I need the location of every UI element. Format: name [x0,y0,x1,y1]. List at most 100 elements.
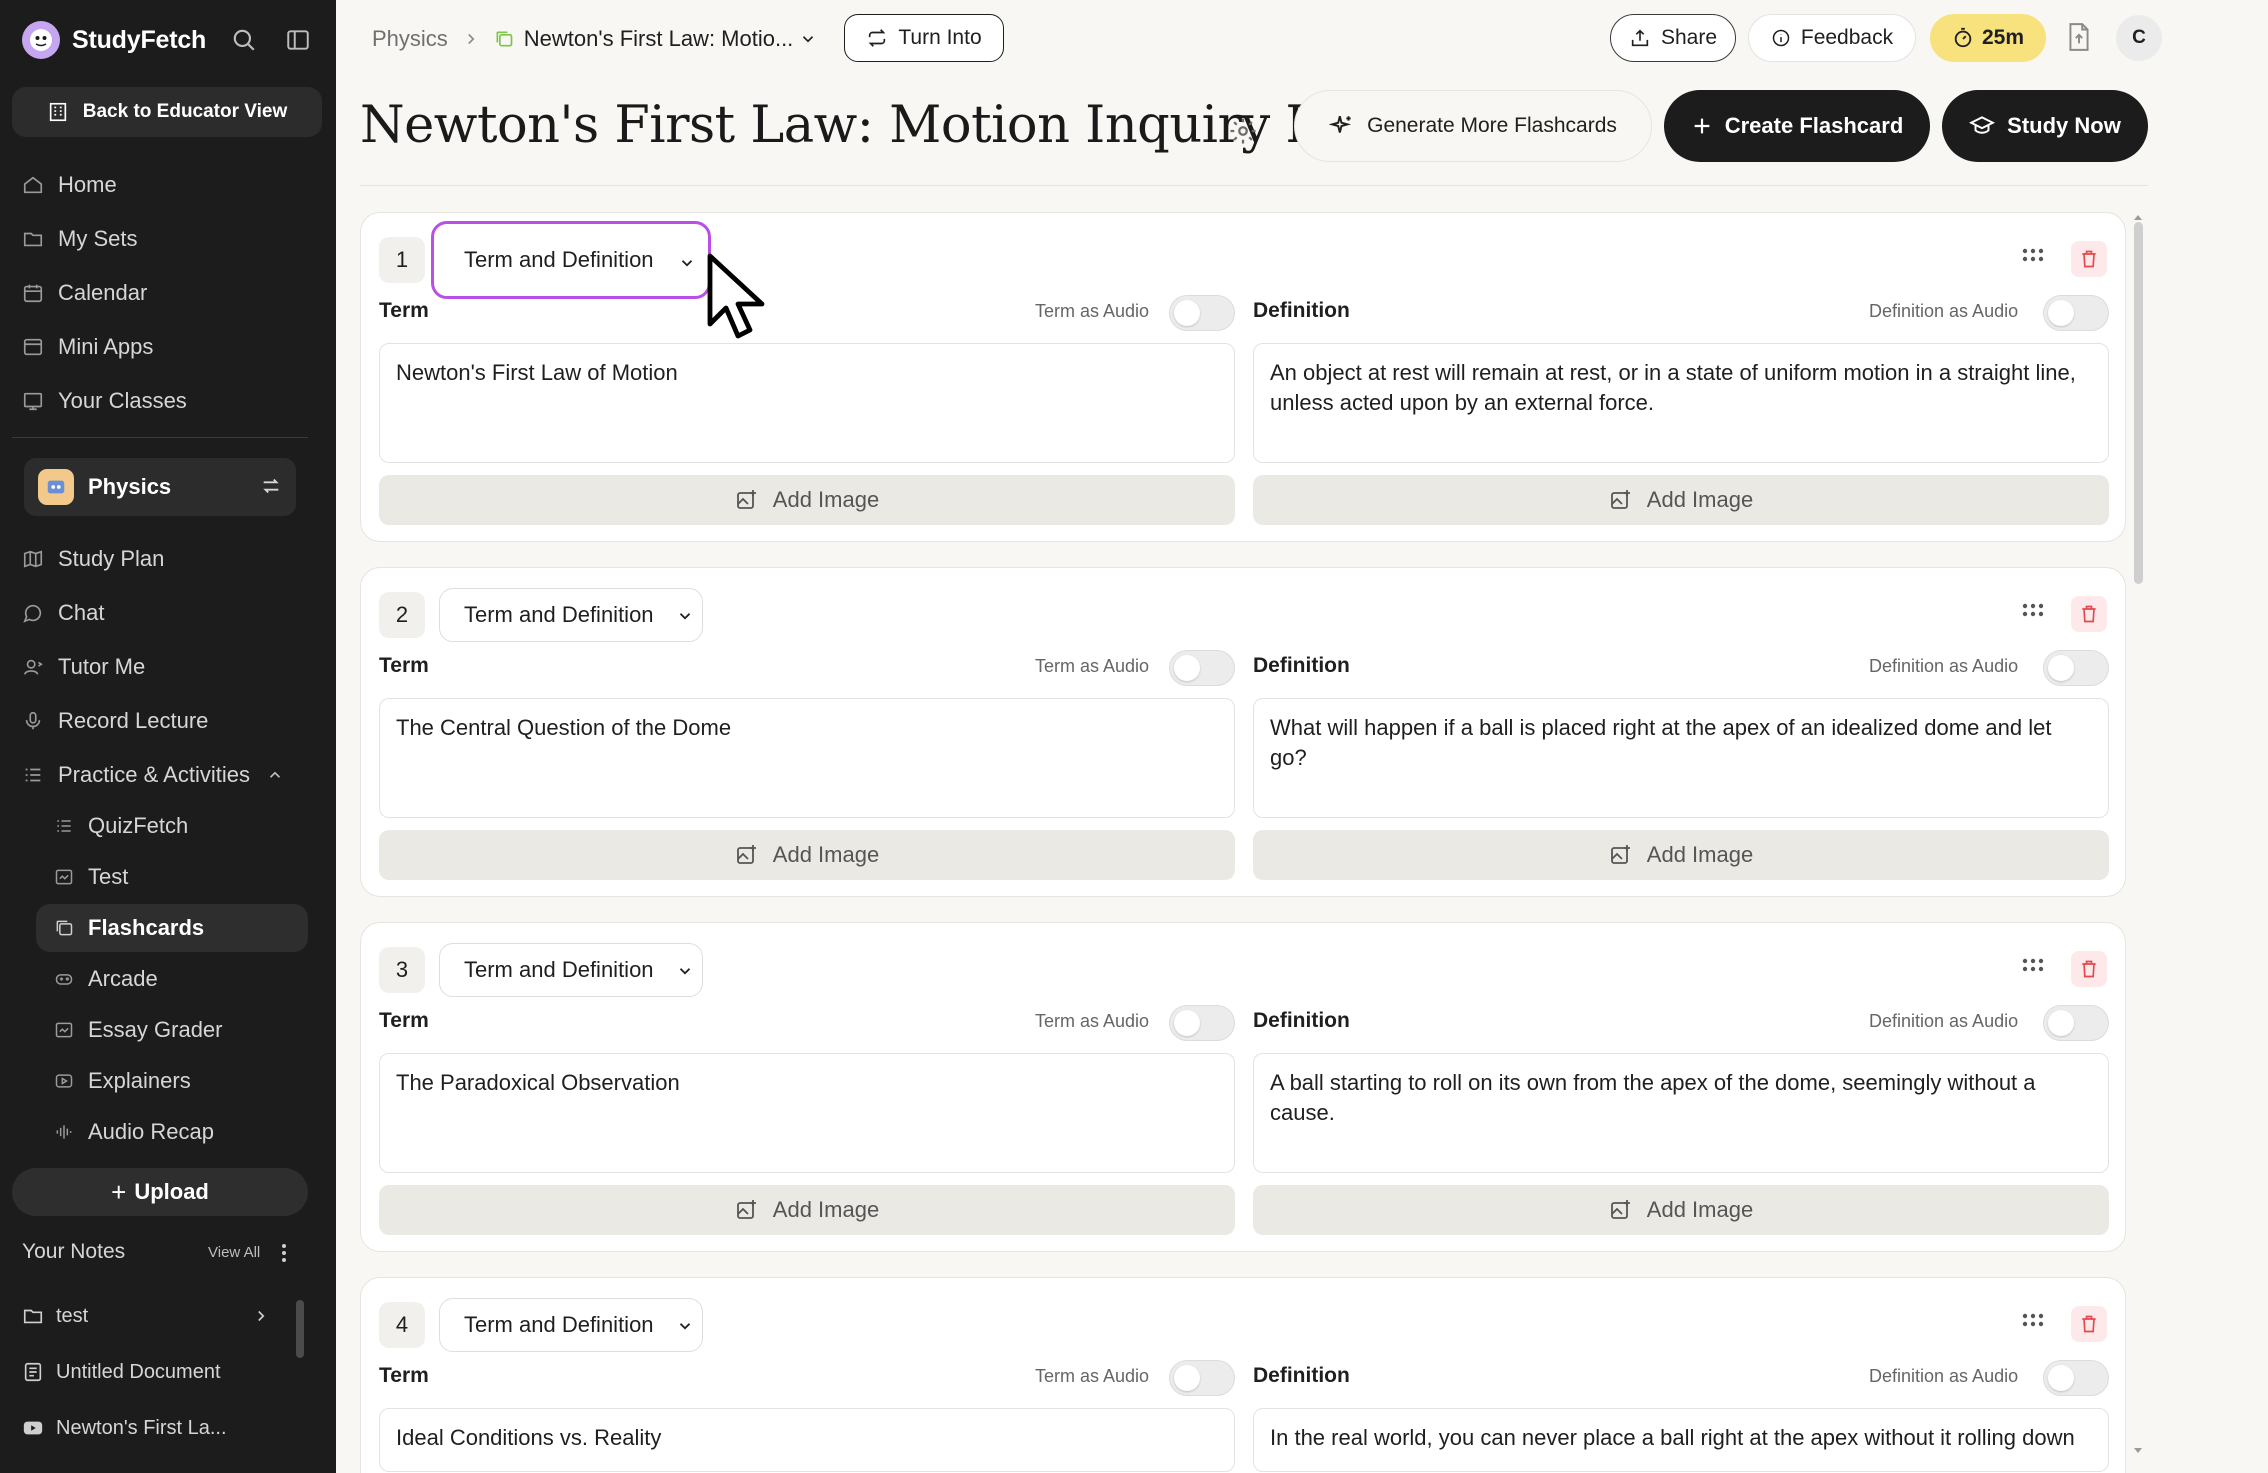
user-avatar[interactable]: C [2116,15,2162,61]
study-now-button[interactable]: Study Now [1942,90,2148,162]
create-flashcard-button[interactable]: Create Flashcard [1664,90,1930,162]
upload-button[interactable]: + Upload [12,1168,308,1216]
document-export-icon[interactable] [2066,22,2092,52]
practice-flashcards[interactable]: Flashcards [36,904,308,952]
back-to-educator-button[interactable]: Back to Educator View [12,87,322,137]
notes-scrollbar[interactable] [296,1300,304,1358]
definition-audio-toggle[interactable] [2043,1005,2109,1041]
nav-my-sets[interactable]: My Sets [22,216,137,262]
nav-tutor-me[interactable]: Tutor Me [22,644,145,690]
study-timer-button[interactable]: 25m [1930,14,2046,62]
term-add-image-button[interactable]: Add Image [379,475,1235,525]
term-label: Term [379,1009,429,1032]
delete-card-button[interactable] [2071,1306,2107,1342]
breadcrumb: Physics Newton's First Law: Motio... [372,20,817,58]
nav-label: Your Classes [58,388,187,413]
definition-add-image-button[interactable]: Add Image [1253,475,2109,525]
studyfetch-logo[interactable] [22,21,60,59]
drag-handle-icon[interactable] [2021,1312,2045,1328]
trash-icon [2082,605,2096,623]
study-now-label: Study Now [2007,113,2121,138]
sidebar-toggle-icon[interactable] [282,24,314,56]
notes-view-all-link[interactable]: View All [208,1244,260,1261]
search-icon[interactable] [228,24,260,56]
term-field[interactable]: Ideal Conditions vs. Reality [379,1408,1235,1472]
drag-handle-icon[interactable] [2021,957,2045,973]
generate-more-flashcards-button[interactable]: Generate More Flashcards [1294,90,1652,162]
card-type-select[interactable]: Term and Definition [431,221,711,299]
switch-class-icon[interactable] [260,475,282,497]
nav-study-plan[interactable]: Study Plan [22,536,164,582]
practice-explainers[interactable]: Explainers [54,1057,191,1105]
note-untitled-document[interactable]: Untitled Document [22,1352,221,1392]
definition-audio-toggle[interactable] [2043,1360,2109,1396]
breadcrumb-root[interactable]: Physics [372,26,448,52]
scroll-down-arrow-icon[interactable] [2132,1446,2144,1456]
term-audio-toggle[interactable] [1169,295,1235,331]
card-type-select[interactable]: Term and Definition [439,588,703,642]
nav-home[interactable]: Home [22,162,117,208]
definition-add-image-button[interactable]: Add Image [1253,830,2109,880]
nav-record-lecture[interactable]: Record Lecture [22,698,208,744]
term-field[interactable]: The Paradoxical Observation [379,1053,1235,1173]
breadcrumb-current[interactable]: Newton's First Law: Motio... [494,26,818,52]
delete-card-button[interactable] [2071,596,2107,632]
card-type-select[interactable]: Term and Definition [439,1298,703,1352]
avatar-initial: C [2132,27,2146,48]
term-audio-toggle[interactable] [1169,1360,1235,1396]
flashcards-icon [56,920,73,936]
share-button[interactable]: Share [1610,14,1736,62]
scroll-up-arrow-icon[interactable] [2132,212,2144,222]
chevron-up-icon[interactable] [266,766,284,784]
definition-add-image-button[interactable]: Add Image [1253,1185,2109,1235]
definition-label: Definition [1253,299,1350,322]
nav-chat[interactable]: Chat [22,590,104,636]
generate-more-label: Generate More Flashcards [1367,114,1617,137]
definition-field[interactable]: A ball starting to roll on its own from … [1253,1053,2109,1173]
class-emoji-icon [47,480,65,494]
term-add-image-button[interactable]: Add Image [379,1185,1235,1235]
drag-handle-icon[interactable] [2021,247,2045,263]
definition-field[interactable]: In the real world, you can never place a… [1253,1408,2109,1472]
practice-essay-grader[interactable]: Essay Grader [54,1006,223,1054]
add-image-label: Add Image [1646,1197,1754,1222]
turn-into-button[interactable]: Turn Into [844,14,1004,62]
term-field[interactable]: The Central Question of the Dome [379,698,1235,818]
graduation-cap-icon [1969,116,1996,134]
term-audio-toggle[interactable] [1169,650,1235,686]
term-audio-toggle[interactable] [1169,1005,1235,1041]
note-folder-test[interactable]: test [22,1296,282,1336]
note-newton-video[interactable]: Newton's First La... [22,1408,227,1448]
definition-field[interactable]: An object at rest will remain at rest, o… [1253,343,2109,463]
more-vertical-icon[interactable] [280,1242,288,1264]
practice-quizfetch[interactable]: QuizFetch [54,802,188,850]
definition-audio-toggle[interactable] [2043,650,2109,686]
definition-audio-label: Definition as Audio [1869,1366,2019,1386]
drag-handle-icon[interactable] [2021,602,2045,618]
term-field[interactable]: Newton's First Law of Motion [379,343,1235,463]
audio-icon [56,1125,72,1139]
definition-field[interactable]: What will happen if a ball is placed rig… [1253,698,2109,818]
practice-arcade[interactable]: Arcade [54,955,158,1003]
gear-icon[interactable] [1228,116,1258,146]
nav-mini-apps[interactable]: Mini Apps [22,324,153,370]
delete-card-button[interactable] [2071,951,2107,987]
main-scrollbar-thumb[interactable] [2134,222,2143,584]
nav-label: Test [88,864,129,889]
delete-card-button[interactable] [2071,241,2107,277]
current-class-card[interactable]: Physics [24,458,296,516]
term-add-image-button[interactable]: Add Image [379,830,1235,880]
educator-button-label: Back to Educator View [82,101,288,122]
nav-calendar[interactable]: Calendar [22,270,147,316]
practice-audio-recap[interactable]: Audio Recap [54,1108,214,1156]
card-type-select[interactable]: Term and Definition [439,943,703,997]
chevron-right-icon[interactable] [252,1307,270,1325]
practice-test[interactable]: Test [54,853,128,901]
nav-label: Calendar [58,280,148,305]
list-icon [25,768,41,782]
nav-your-classes[interactable]: Your Classes [22,378,187,424]
essay-icon [55,1022,73,1038]
definition-audio-toggle[interactable] [2043,295,2109,331]
feedback-button[interactable]: Feedback [1748,14,1916,62]
nav-practice-activities[interactable]: Practice & Activities [22,752,298,798]
